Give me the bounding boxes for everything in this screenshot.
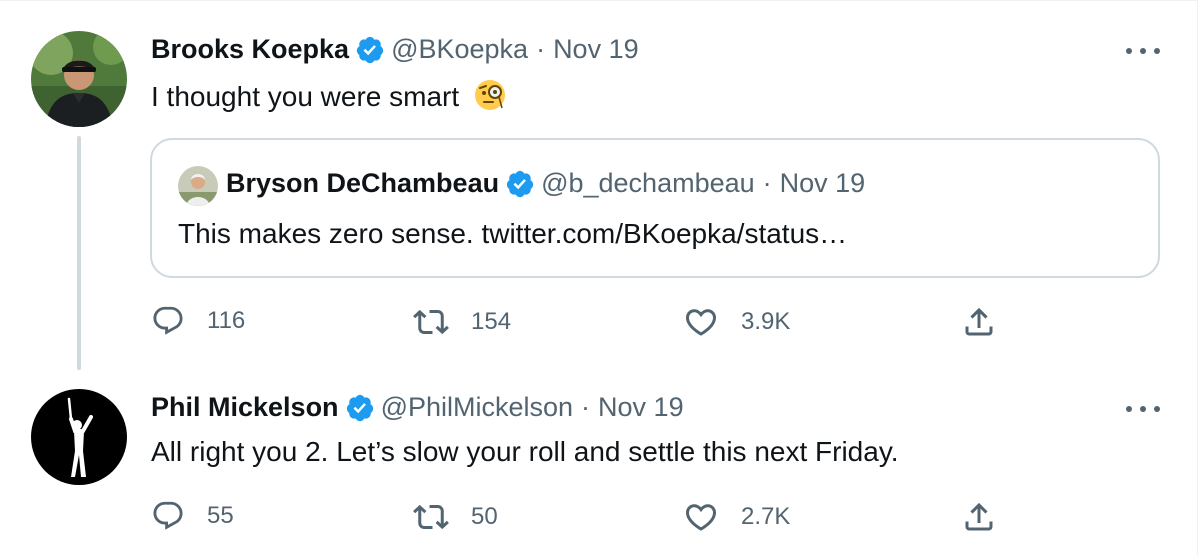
more-icon[interactable] [1126, 46, 1160, 56]
retweet-icon [413, 504, 449, 530]
separator-dot: · [581, 392, 591, 422]
like-icon [685, 309, 717, 336]
tweet-actions: 116 154 3.9K [151, 304, 1011, 344]
handle[interactable]: @PhilMickelson [381, 392, 573, 423]
tweet-actions: 55 50 2.7K [151, 499, 1011, 539]
avatar[interactable] [31, 389, 127, 485]
tweet-date[interactable]: Nov 19 [553, 34, 639, 65]
avatar[interactable] [31, 31, 127, 127]
retweet-button[interactable]: 154 [413, 304, 511, 340]
reply-count: 116 [207, 307, 246, 334]
reply-icon [153, 306, 183, 335]
share-icon [965, 502, 993, 531]
like-button[interactable]: 3.9K [683, 304, 790, 340]
quoted-text: This makes zero sense. twitter.com/BKoep… [178, 218, 848, 249]
tweet-brooks-koepka[interactable]: Brooks Koepka @BKoepka · Nov 19 I though… [0, 0, 1198, 375]
reply-count: 55 [207, 502, 234, 529]
share-button[interactable] [961, 304, 997, 340]
reply-button[interactable]: 55 [151, 499, 234, 533]
quoted-avatar[interactable] [178, 166, 218, 206]
share-button[interactable] [961, 499, 997, 535]
retweet-count: 50 [471, 503, 498, 530]
tweet-date[interactable]: Nov 19 [598, 392, 684, 423]
handle[interactable]: @BKoepka [391, 34, 528, 65]
tweet-text-content: I thought you were smart [151, 81, 460, 112]
face-with-monocle-icon [473, 78, 507, 119]
share-icon [965, 307, 993, 336]
verified-badge-icon [345, 393, 375, 423]
quoted-tweet[interactable]: Bryson DeChambeau @b_dechambeau · Nov 19… [150, 138, 1160, 278]
like-count: 2.7K [741, 503, 791, 530]
retweet-icon [413, 309, 449, 335]
quoted-date: Nov 19 [779, 168, 866, 198]
tweet-header: Phil Mickelson @PhilMickelson · Nov 19 [151, 392, 684, 423]
thread-line [77, 136, 81, 370]
retweet-count: 154 [471, 308, 512, 335]
reply-button[interactable]: 116 [151, 304, 245, 338]
more-icon[interactable] [1126, 404, 1160, 414]
separator-dot: · [536, 34, 546, 64]
quoted-header: Bryson DeChambeau @b_dechambeau · Nov 19 [226, 168, 865, 199]
display-name[interactable]: Brooks Koepka [151, 34, 349, 65]
separator-dot: · [762, 168, 772, 198]
retweet-button[interactable]: 50 [413, 499, 498, 535]
verified-badge-icon [355, 35, 385, 65]
quoted-handle: @b_dechambeau [541, 168, 755, 198]
tweet-text: I thought you were smart [151, 78, 507, 119]
like-button[interactable]: 2.7K [683, 499, 790, 535]
verified-badge-icon [505, 169, 535, 199]
tweet-phil-mickelson[interactable]: Phil Mickelson @PhilMickelson · Nov 19 A… [0, 375, 1198, 556]
like-icon [685, 504, 717, 531]
reply-icon [153, 501, 183, 530]
like-count: 3.9K [741, 308, 791, 335]
tweet-header: Brooks Koepka @BKoepka · Nov 19 [151, 34, 639, 65]
quoted-display-name[interactable]: Bryson DeChambeau [226, 168, 499, 199]
display-name[interactable]: Phil Mickelson [151, 392, 339, 423]
tweet-text: All right you 2. Let’s slow your roll an… [151, 436, 899, 467]
